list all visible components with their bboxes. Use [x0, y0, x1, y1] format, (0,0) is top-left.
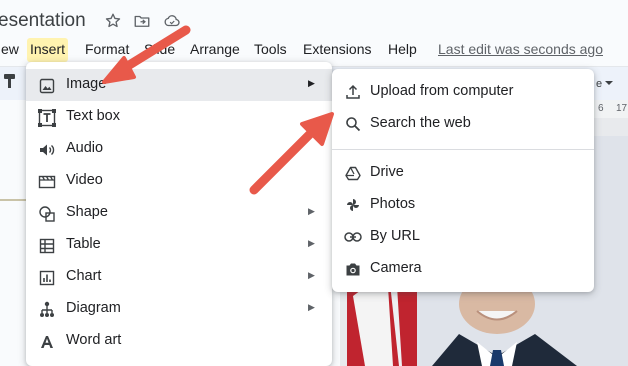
arrow-to-search-the-web	[249, 112, 334, 195]
annotation-overlay	[102, 25, 334, 195]
arrow-to-image-item	[102, 25, 191, 84]
